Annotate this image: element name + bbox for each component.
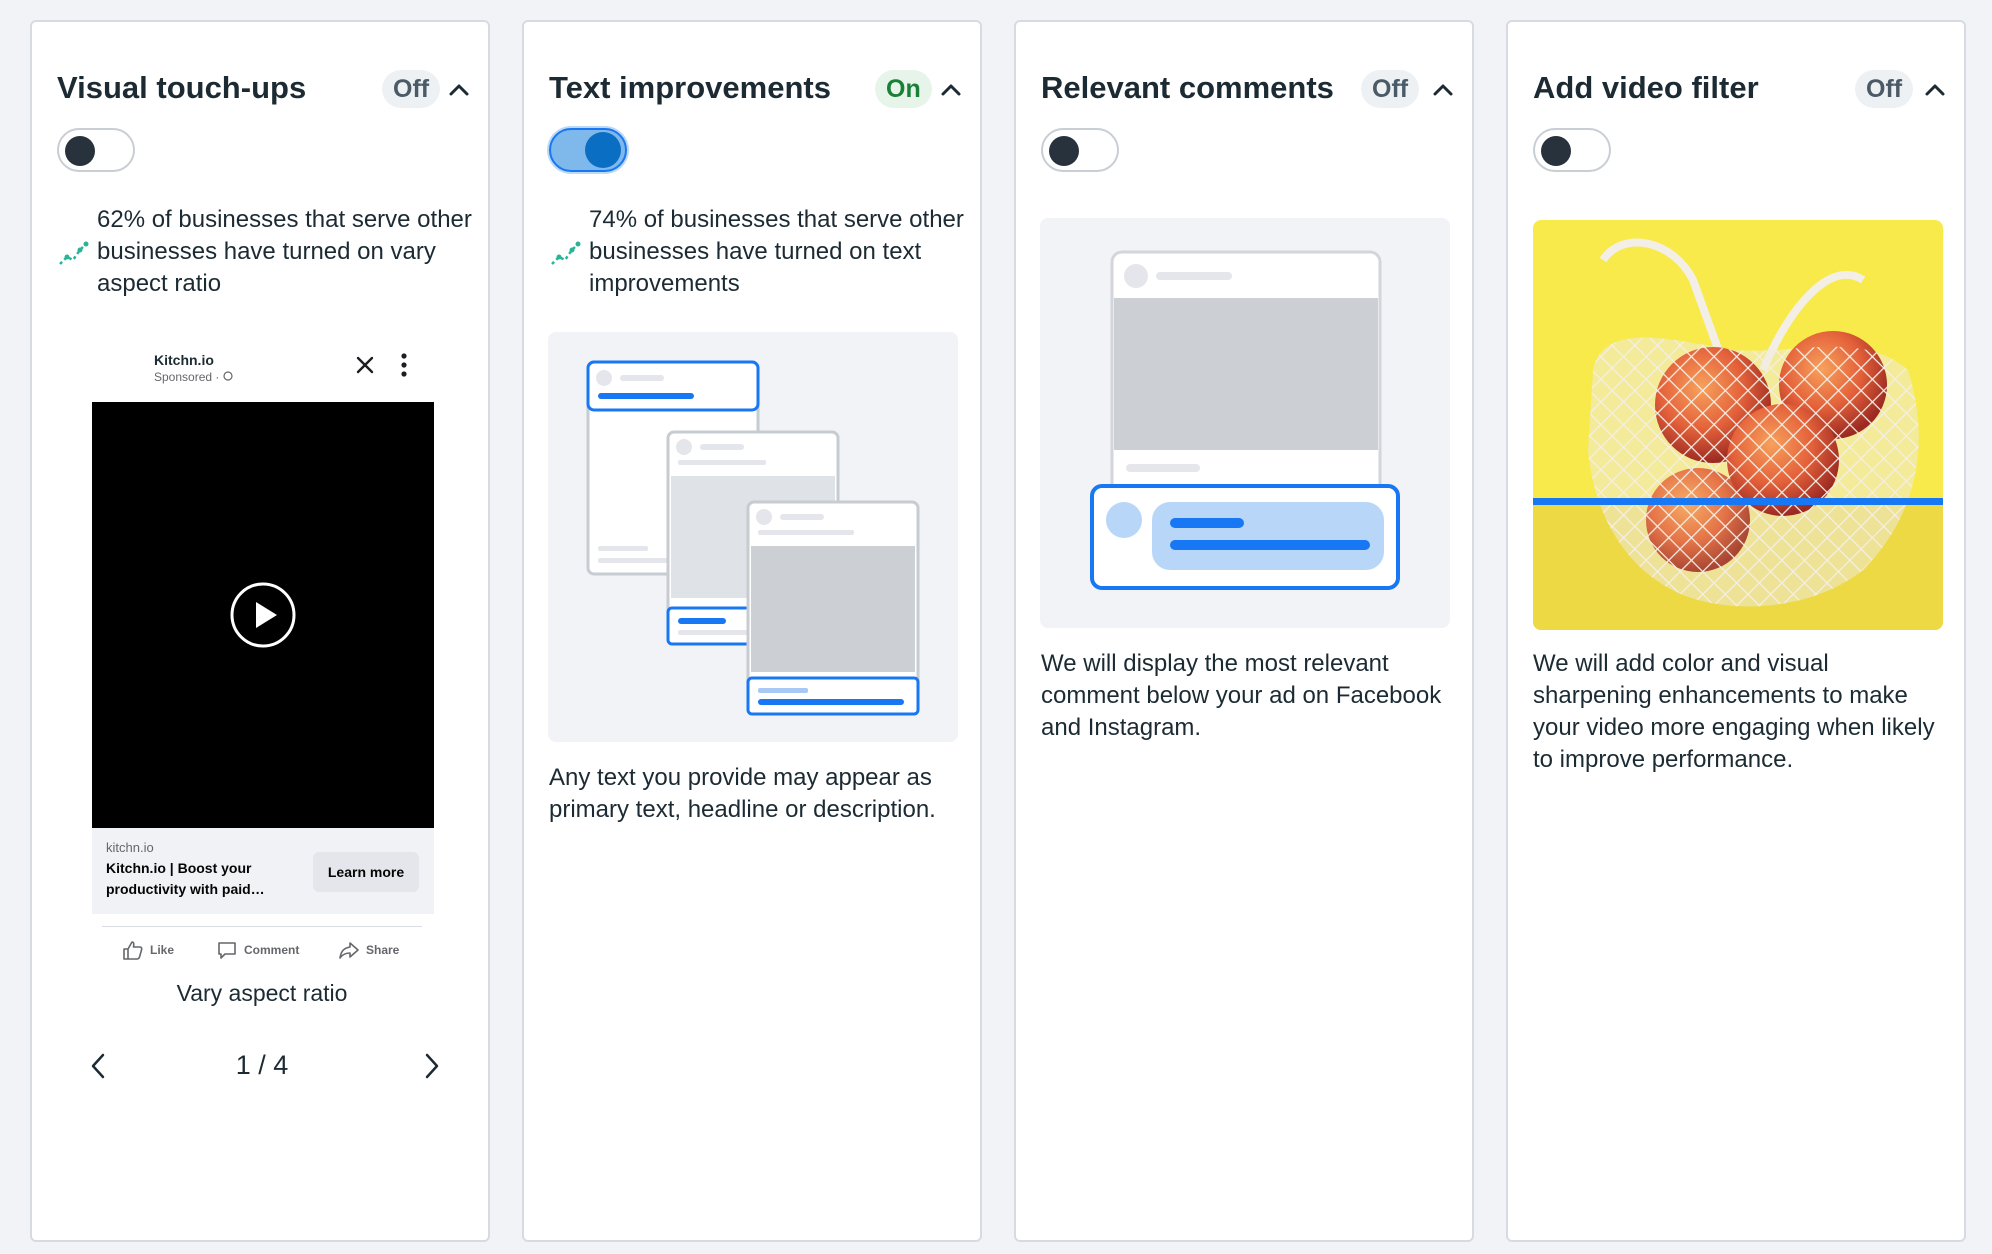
- toggle-knob: [1541, 136, 1571, 166]
- card-header[interactable]: Add video filter Off: [1533, 64, 1945, 114]
- ad-comment-graphic: [1090, 250, 1400, 590]
- close-icon[interactable]: [354, 354, 376, 376]
- card-header[interactable]: Visual touch-ups Off: [57, 64, 469, 114]
- like-icon: [123, 941, 143, 960]
- share-icon: [339, 942, 359, 959]
- chevron-up-icon[interactable]: [1916, 70, 1954, 108]
- comments-illustration: [1040, 218, 1450, 628]
- stat-note: 62% of businesses that serve other busin…: [57, 204, 477, 304]
- card-header[interactable]: Relevant comments Off: [1041, 64, 1453, 114]
- card-relevant-comments: Relevant comments Off We will display th…: [1014, 20, 1474, 1242]
- comment-label: Comment: [244, 943, 300, 957]
- card-visual-touch-ups: Visual touch-ups Off 62% of businesses t…: [30, 20, 490, 1242]
- stacked-ads-graphic: [586, 360, 920, 716]
- toggle-knob: [585, 132, 621, 168]
- card-title: Add video filter: [1533, 70, 1759, 105]
- page-indicator: 1 / 4: [235, 1050, 289, 1080]
- chevron-up-icon[interactable]: [1424, 70, 1462, 108]
- status-badge: Off: [382, 70, 441, 108]
- chevron-right-icon[interactable]: [413, 1048, 449, 1084]
- stat-text: 74% of businesses that serve other busin…: [589, 206, 964, 297]
- feature-toggle[interactable]: [1041, 128, 1119, 172]
- pager: 1 / 4: [57, 1046, 467, 1086]
- card-add-video-filter: Add video filter Off We will add color a…: [1506, 20, 1966, 1242]
- ad-sponsored-text: Sponsored ·: [154, 370, 223, 384]
- comment-icon: [218, 942, 236, 959]
- feature-toggle[interactable]: [57, 128, 135, 172]
- status-badge: Off: [1361, 70, 1420, 108]
- globe-icon: [223, 371, 233, 381]
- like-label: Like: [150, 943, 175, 957]
- card-title: Text improvements: [549, 70, 831, 105]
- trend-icon: [59, 241, 89, 265]
- toggle-knob: [65, 136, 95, 166]
- more-icon[interactable]: [400, 352, 408, 378]
- ad-headline: Kitchn.io | Boost your productivity with…: [106, 860, 265, 897]
- filter-example-image: [1533, 220, 1943, 630]
- ad-sponsored: Sponsored ·: [154, 370, 233, 384]
- card-description: Any text you provide may appear as prima…: [549, 764, 936, 823]
- peaches-in-net-bag-image: [1533, 220, 1943, 630]
- video-player[interactable]: [92, 402, 434, 828]
- feature-toggle[interactable]: [549, 128, 627, 172]
- feature-toggle[interactable]: [1533, 128, 1611, 172]
- card-title: Relevant comments: [1041, 70, 1334, 105]
- status-badge: On: [875, 70, 932, 108]
- chevron-up-icon[interactable]: [440, 70, 478, 108]
- ad-actions: Like Comment Share: [92, 938, 434, 962]
- trend-icon: [551, 241, 581, 265]
- preview-caption: Vary aspect ratio: [176, 980, 348, 1006]
- learn-more-button[interactable]: Learn more: [313, 852, 419, 892]
- card-text-improvements: Text improvements On 74% of businesses t…: [522, 20, 982, 1242]
- ad-brand: Kitchn.io: [154, 352, 214, 368]
- stat-text: 62% of businesses that serve other busin…: [97, 206, 472, 297]
- card-header[interactable]: Text improvements On: [549, 64, 961, 114]
- chevron-up-icon[interactable]: [932, 70, 970, 108]
- card-title: Visual touch-ups: [57, 70, 307, 105]
- ad-preview: Kitchn.io Sponsored · kitchn.io Kitchn.i…: [57, 322, 467, 1022]
- play-icon[interactable]: [229, 581, 297, 649]
- ad-domain: kitchn.io: [106, 840, 154, 855]
- text-variations-illustration: [548, 332, 958, 742]
- ad-frame: Kitchn.io Sponsored · kitchn.io Kitchn.i…: [92, 322, 434, 962]
- status-badge: Off: [1855, 70, 1914, 108]
- card-description: We will display the most relevant commen…: [1041, 650, 1442, 741]
- toggle-knob: [1049, 136, 1079, 166]
- share-label: Share: [366, 943, 400, 957]
- card-description: We will add color and visual sharpening …: [1533, 650, 1935, 773]
- divider: [102, 926, 422, 927]
- ad-footer: kitchn.io Kitchn.io | Boost your product…: [92, 828, 434, 914]
- stat-note: 74% of businesses that serve other busin…: [549, 204, 969, 304]
